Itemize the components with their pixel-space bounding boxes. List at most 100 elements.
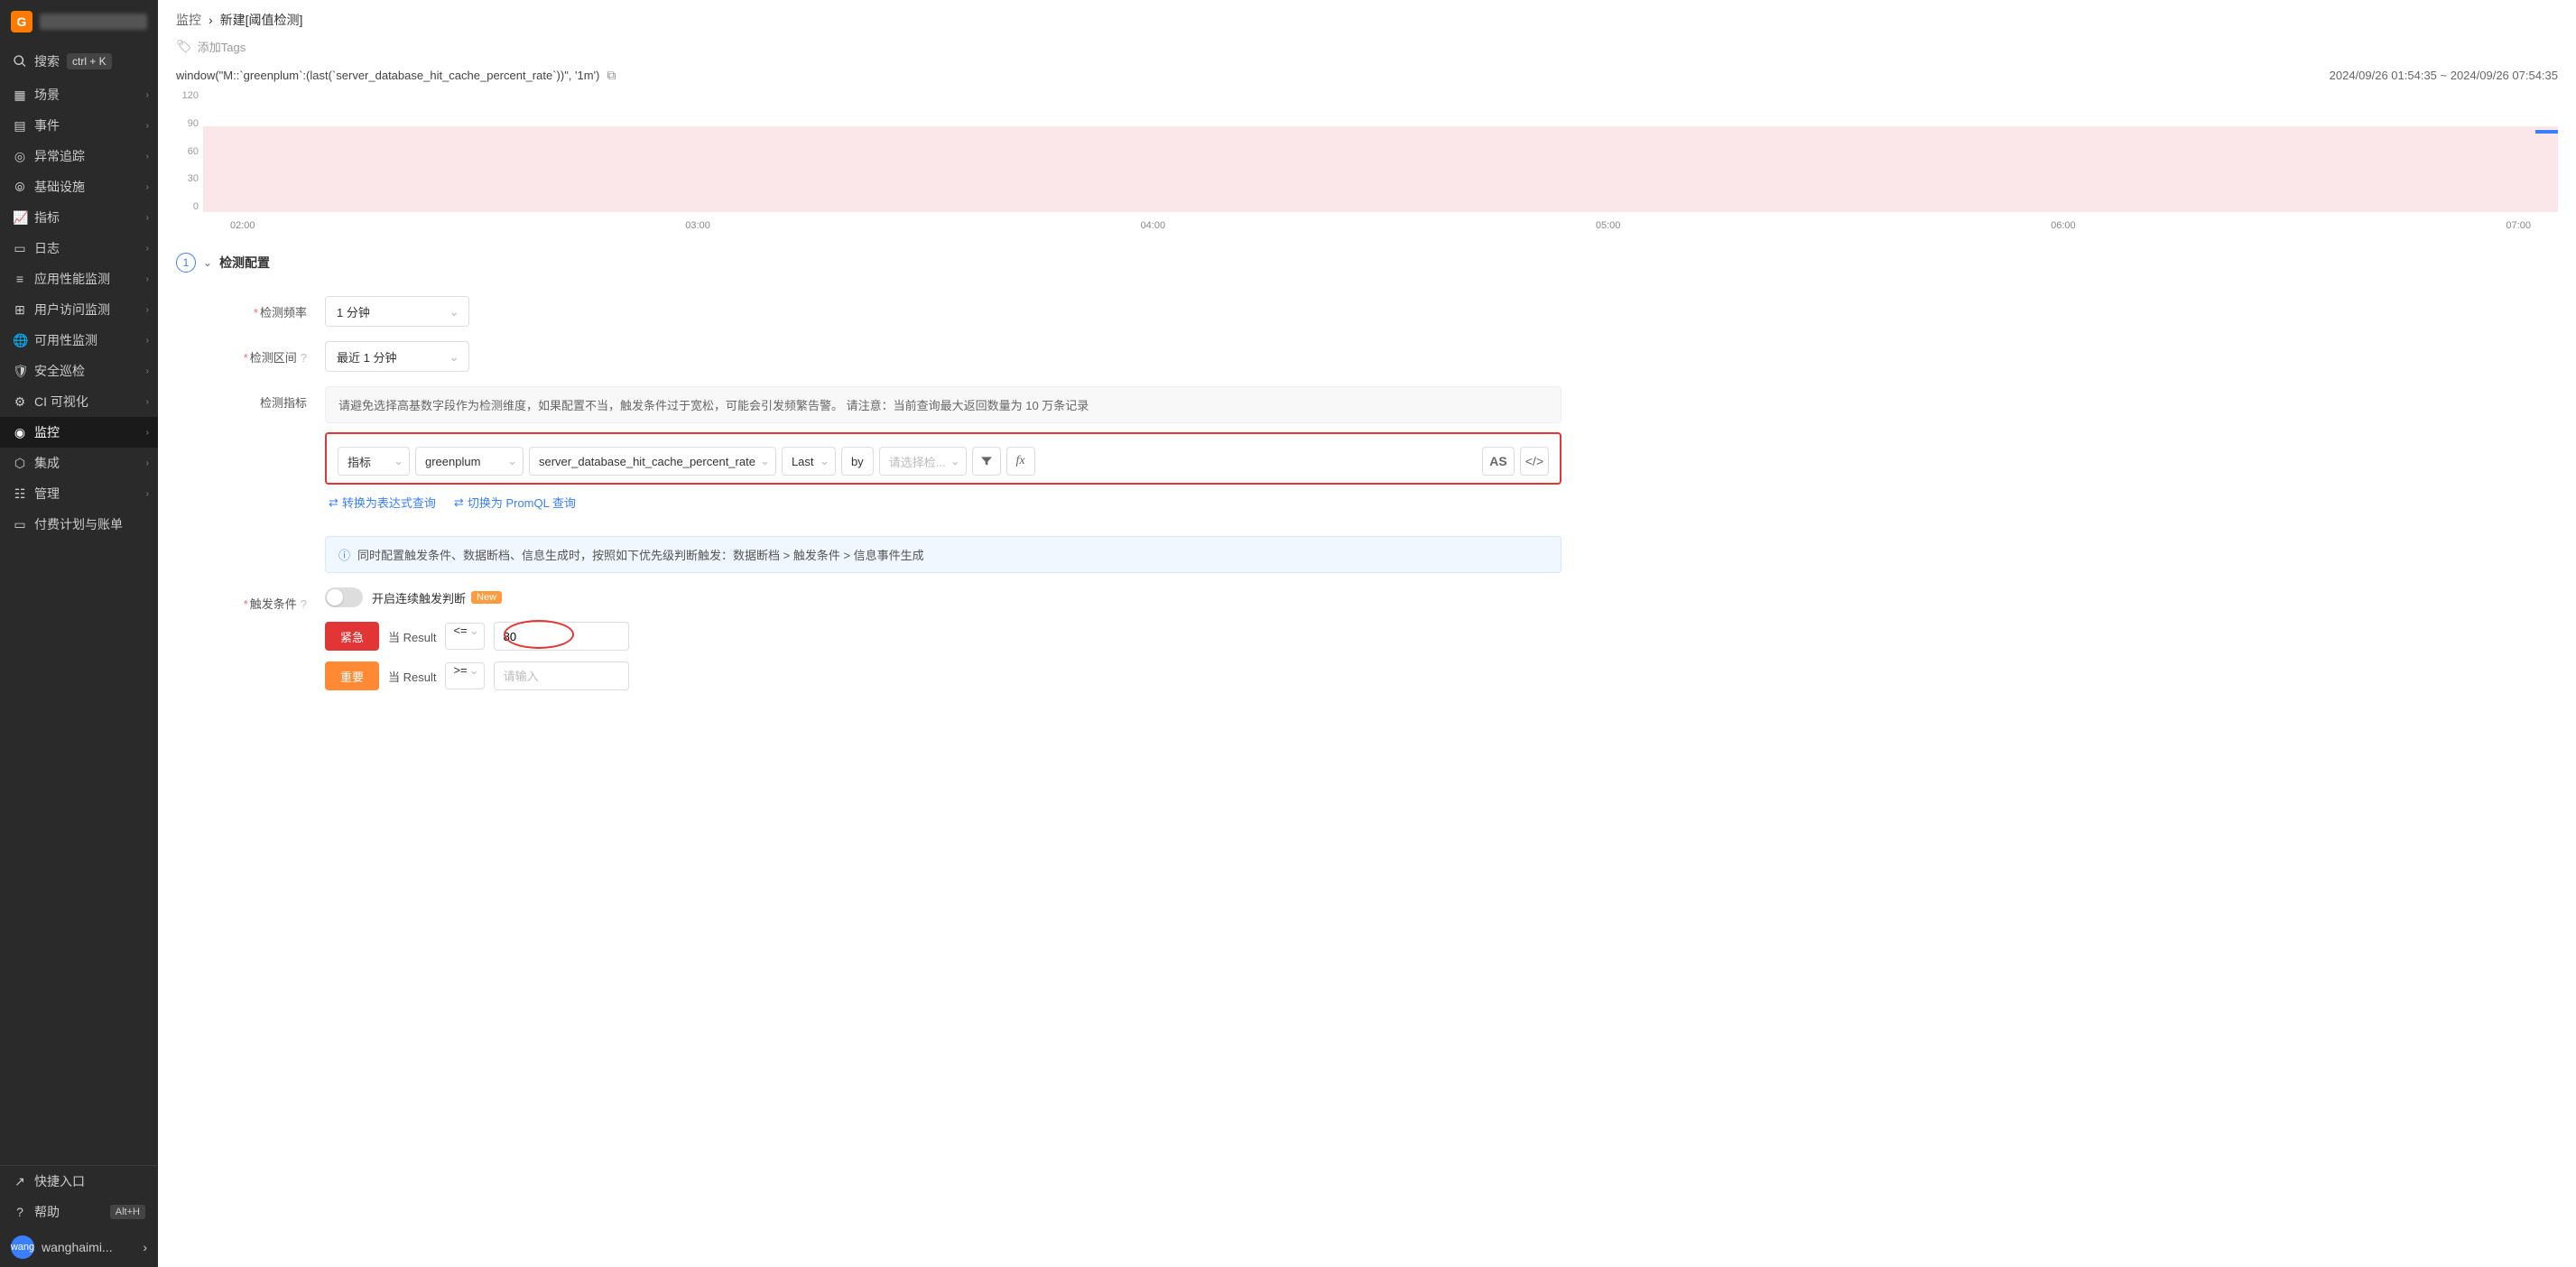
sidebar-quickentry[interactable]: ↗快捷入口 (0, 1166, 158, 1197)
sidebar-item-billing[interactable]: ▭付费计划与账单 (0, 509, 158, 540)
chevron-right-icon: › (146, 428, 149, 438)
sidebar-bottom: ↗快捷入口 ?帮助Alt+H wang wanghaimi... › (0, 1165, 158, 1267)
tags-row[interactable]: 🏷 添加Tags (158, 34, 2576, 68)
sidebar-item-metrics[interactable]: 📈指标› (0, 202, 158, 233)
wallet-icon: ▭ (13, 517, 27, 532)
sidebar-item-trace[interactable]: ◎异常追踪› (0, 141, 158, 171)
query-text: window("M::`greenplum`:(last(`server_dat… (176, 69, 599, 82)
builder-measurement-select[interactable]: greenplum (415, 447, 524, 476)
search-label: 搜索 (34, 52, 60, 70)
chevron-right-icon: › (146, 152, 149, 162)
freq-select[interactable]: 1 分钟 (325, 296, 469, 327)
builder-by-select[interactable]: 请选择检... (879, 447, 967, 476)
sidebar-help[interactable]: ?帮助Alt+H (0, 1197, 158, 1227)
chevron-right-icon: › (146, 121, 149, 131)
help-icon[interactable]: ? (301, 597, 307, 611)
preview-chart: 120 90 60 30 0 02:00 03:00 04:00 05:00 0… (158, 90, 2576, 244)
copy-icon[interactable]: ⧉ (607, 68, 616, 83)
nodes-icon: ⦾ (13, 180, 27, 195)
sliders-icon: ☷ (13, 486, 27, 502)
chevron-right-icon: › (146, 182, 149, 192)
chevron-right-icon: › (146, 397, 149, 407)
arrow-icon: ↗ (13, 1174, 27, 1189)
code-icon: </> (1525, 454, 1543, 468)
sidebar-item-integrate[interactable]: ⬡集成› (0, 448, 158, 478)
builder-agg-select[interactable]: Last (782, 447, 836, 476)
chevron-right-icon: › (146, 274, 149, 284)
help-icon[interactable]: ? (301, 351, 307, 365)
code-button[interactable]: </> (1520, 447, 1549, 476)
sidebar-item-infra[interactable]: ⦾基础设施› (0, 171, 158, 202)
trigger-label: 触发条件 (250, 597, 297, 611)
chevron-right-icon: › (146, 366, 149, 376)
sidebar-item-event[interactable]: ▤事件› (0, 110, 158, 141)
chevron-right-icon: › (146, 336, 149, 346)
link-to-expression[interactable]: ⇄转换为表达式查询 (329, 494, 436, 511)
filter-icon (979, 454, 994, 468)
sidebar-item-rum[interactable]: ⊞用户访问监测› (0, 294, 158, 325)
help-shortcut: Alt+H (110, 1205, 145, 1219)
timerange: 2024/09/26 01:54:35 ~ 2024/09/26 07:54:3… (2330, 69, 2558, 82)
function-button[interactable]: fx (1006, 447, 1035, 476)
sidebar-item-ci[interactable]: ⚙CI 可视化› (0, 386, 158, 417)
major-operator-select[interactable]: >= (445, 662, 484, 689)
query-row: window("M::`greenplum`:(last(`server_dat… (158, 68, 2576, 90)
freq-label: 检测频率 (260, 306, 307, 319)
sidebar-item-avail[interactable]: 🌐可用性监测› (0, 325, 158, 356)
when-result-label: 当 Result (388, 668, 436, 685)
sidebar-item-manage[interactable]: ☷管理› (0, 478, 158, 509)
metric-label: 检测指标 (260, 396, 307, 410)
chevron-right-icon: › (146, 90, 149, 100)
builder-source-select[interactable]: 指标 (338, 447, 410, 476)
ci-icon: ⚙ (13, 394, 27, 410)
user-name: wanghaimi... (42, 1240, 113, 1254)
breadcrumb-root[interactable]: 监控 (176, 11, 201, 29)
chevron-right-icon: › (146, 244, 149, 254)
when-result-label: 当 Result (388, 628, 436, 645)
sidebar-item-security[interactable]: 🛡安全巡检› (0, 356, 158, 386)
chevron-right-icon: › (208, 13, 213, 27)
builder-field-select[interactable]: server_database_hit_cache_percent_rate (529, 447, 776, 476)
crit-value-input[interactable] (494, 622, 629, 651)
metric-builder: 指标 greenplum server_database_hit_cache_p… (325, 432, 1561, 485)
workspace-switcher[interactable]: G (0, 0, 158, 43)
info-icon: ⓘ (338, 546, 350, 563)
interval-select[interactable]: 最近 1 分钟 (325, 341, 469, 372)
sidebar-item-scene[interactable]: ▦场景› (0, 79, 158, 110)
section-number: 1 (176, 253, 196, 273)
chart-xaxis: 02:00 03:00 04:00 05:00 06:00 07:00 (203, 217, 2558, 235)
alias-button[interactable]: AS (1482, 447, 1515, 476)
sidebar-user[interactable]: wang wanghaimi... › (0, 1227, 158, 1267)
chart-icon: 📈 (13, 210, 27, 226)
chevron-right-icon: › (146, 489, 149, 499)
section-detection-config: 1 ⌄ 检测配置 *检测频率 1 分钟 *检测区间? 最近 1 分钟 检测指标 (158, 244, 2576, 717)
chevron-down-icon[interactable]: ⌄ (203, 256, 212, 269)
sidebar-item-apm[interactable]: ≡应用性能监测› (0, 264, 158, 294)
priority-info: ⓘ 同时配置触发条件、数据断档、信息生成时，按照如下优先级判断触发：数据断档 >… (325, 536, 1561, 573)
chart-yaxis: 120 90 60 30 0 (176, 90, 199, 212)
crit-operator-select[interactable]: <= (445, 623, 484, 650)
link-to-promql[interactable]: ⇄切换为 PromQL 查询 (454, 494, 576, 511)
filter-button[interactable] (972, 447, 1001, 476)
chevron-right-icon: › (146, 458, 149, 468)
globe-icon: 🌐 (13, 333, 27, 348)
workspace-name-blurred (40, 14, 147, 30)
breadcrumb: 监控 › 新建[阈值检测] (158, 0, 2576, 34)
sidebar-item-monitor[interactable]: ◉监控› (0, 417, 158, 448)
continuous-toggle[interactable] (325, 587, 363, 607)
document-icon: ▭ (13, 241, 27, 256)
major-value-input[interactable] (494, 661, 629, 690)
metric-hint: 请避免选择高基数字段作为检测维度，如果配置不当，触发条件过于宽松，可能会引发频繁… (325, 386, 1561, 423)
swap-icon: ⇄ (329, 495, 338, 510)
breadcrumb-current: 新建[阈值检测] (220, 11, 303, 29)
target-icon: ◎ (13, 149, 27, 164)
sidebar-item-logs[interactable]: ▭日志› (0, 233, 158, 264)
monitor-icon: ◉ (13, 425, 27, 440)
grid-icon: ⊞ (13, 302, 27, 318)
search-entry[interactable]: 搜索 ctrl + K (0, 43, 158, 79)
logo-icon: G (11, 11, 32, 32)
chevron-right-icon: › (143, 1240, 147, 1254)
add-tags-label: 添加Tags (198, 38, 246, 55)
help-icon: ? (13, 1205, 27, 1219)
search-shortcut: ctrl + K (67, 53, 112, 69)
